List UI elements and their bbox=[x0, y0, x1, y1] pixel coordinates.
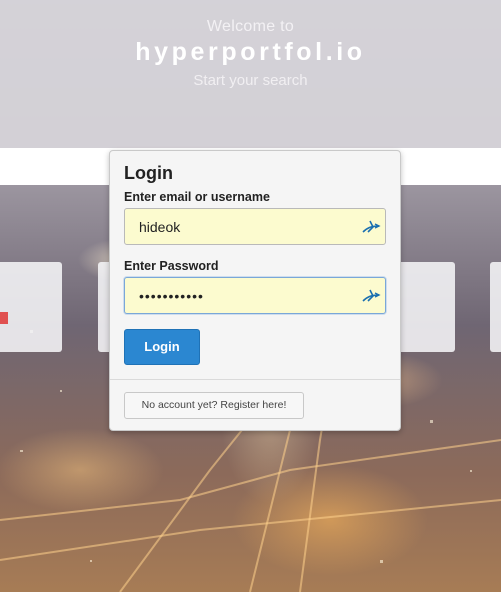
password-manager-icon[interactable] bbox=[361, 287, 381, 305]
red-marker bbox=[0, 312, 8, 324]
tagline-text: Start your search bbox=[193, 72, 308, 89]
login-title: Login bbox=[124, 163, 173, 183]
background-card bbox=[490, 262, 501, 352]
password-input[interactable] bbox=[125, 278, 385, 313]
username-field-wrapper bbox=[124, 208, 386, 245]
register-button[interactable]: No account yet? Register here! bbox=[124, 392, 304, 419]
password-field-wrapper bbox=[124, 277, 386, 314]
page: Welcome to hyperportfol.io Start your se… bbox=[0, 0, 501, 592]
brand-title: hyperportfol.io bbox=[135, 38, 366, 66]
modal-divider bbox=[110, 379, 400, 380]
password-label: Enter Password bbox=[124, 259, 219, 273]
username-input[interactable] bbox=[125, 209, 385, 244]
welcome-text: Welcome to bbox=[206, 18, 295, 35]
username-label: Enter email or username bbox=[124, 190, 270, 204]
background-card bbox=[395, 262, 455, 352]
hero-header: Welcome to hyperportfol.io Start your se… bbox=[0, 0, 501, 148]
login-modal: Login Enter email or username Enter Pass… bbox=[109, 150, 401, 431]
login-button[interactable]: Login bbox=[124, 329, 200, 365]
background-card bbox=[0, 262, 62, 352]
password-manager-icon[interactable] bbox=[361, 218, 381, 236]
